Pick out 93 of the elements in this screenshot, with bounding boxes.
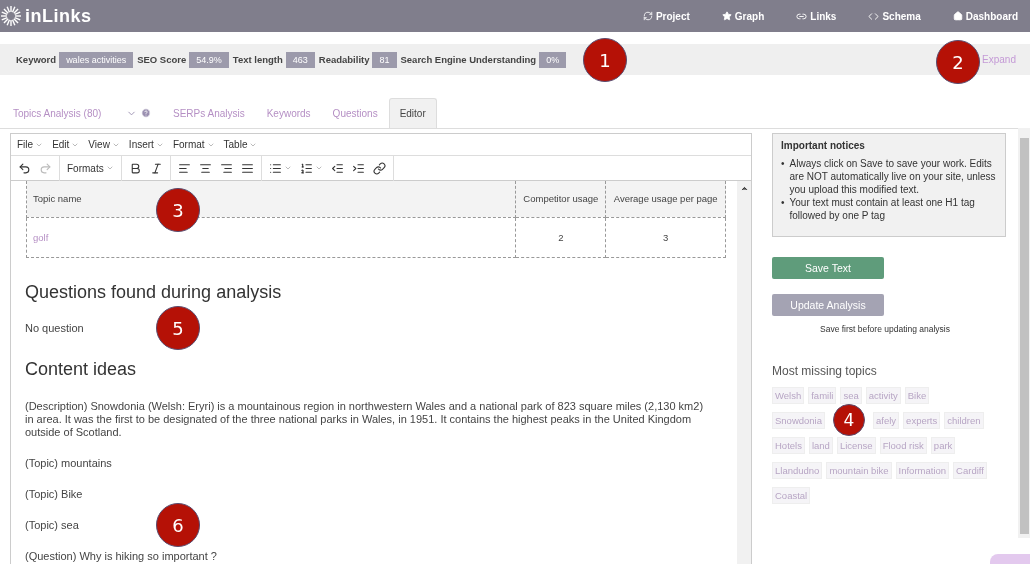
update-button[interactable]: Update Analysis xyxy=(772,294,884,316)
topic-tag[interactable]: Coastal xyxy=(772,486,811,504)
callout-marker: 2 xyxy=(936,40,980,84)
callout-marker: 4 xyxy=(833,404,865,436)
notice-item: Your text must contain at least one H1 tag followed by one P tag xyxy=(789,196,976,222)
topic-tag[interactable]: Llandudno xyxy=(772,461,823,479)
menu-item[interactable]: Edit xyxy=(52,139,80,150)
nav-link[interactable]: Project xyxy=(622,10,702,22)
scrollbar[interactable] xyxy=(1018,128,1030,538)
stat-value: 81 xyxy=(372,51,397,68)
tab[interactable]: Keywords xyxy=(255,98,322,128)
tab[interactable]: Editor xyxy=(388,98,437,128)
notice-title: Important notices xyxy=(781,140,866,151)
column-header: Average usage per page xyxy=(605,181,726,217)
numbered-list-icon[interactable] xyxy=(299,161,313,175)
topic-tag[interactable]: License xyxy=(836,436,876,454)
scroll-up-icon[interactable] xyxy=(739,184,749,193)
column-header: Competitor usage xyxy=(515,181,606,217)
topic-tag[interactable]: Hotels xyxy=(772,436,805,454)
help-icon[interactable] xyxy=(141,108,151,118)
topic-tag[interactable]: Welsh xyxy=(772,386,805,404)
topic-tag[interactable]: Flood risk xyxy=(879,436,927,454)
bullet: • xyxy=(781,196,785,210)
undo-icon[interactable] xyxy=(18,161,31,175)
topic-tag[interactable]: sea xyxy=(840,386,862,404)
menu-item[interactable]: File xyxy=(17,139,44,150)
topic-tag[interactable]: Bike xyxy=(904,386,930,404)
formats-dropdown[interactable]: Formats xyxy=(66,161,115,175)
paragraph: (Topic) Bike xyxy=(25,488,83,502)
topic-tag[interactable]: Cardiff xyxy=(953,461,987,479)
align-center-icon[interactable] xyxy=(198,161,212,175)
paragraph: (Topic) sea xyxy=(25,519,79,533)
nav-link[interactable]: Graph xyxy=(701,10,777,22)
topic-tag[interactable]: activity xyxy=(865,386,901,404)
paragraph: (Topic) mountains xyxy=(25,457,112,471)
nav-link[interactable]: Links xyxy=(776,10,849,22)
topic-tag[interactable]: experts xyxy=(903,411,941,429)
section-heading: Content ideas xyxy=(25,360,138,381)
stat-label: Search Engine Understanding xyxy=(400,54,537,65)
section-title: Most missing topics xyxy=(772,364,877,378)
link-icon[interactable] xyxy=(372,161,386,175)
stat-value: 0% xyxy=(539,51,567,68)
topic-tag[interactable]: mountain bike xyxy=(826,461,892,479)
topic-tag[interactable]: afely xyxy=(873,411,900,429)
stat-value: 463 xyxy=(285,51,315,68)
paragraph: (Question) Why is hiking so important ? xyxy=(25,550,217,564)
refresh-icon xyxy=(642,11,653,21)
star-icon xyxy=(721,11,732,21)
code-icon xyxy=(868,10,880,22)
indent-icon[interactable] xyxy=(351,161,365,175)
topic-tag[interactable]: park xyxy=(930,436,956,454)
menu-item[interactable]: View xyxy=(88,139,120,150)
stat-label: Text length xyxy=(232,54,283,65)
table-cell: 2 xyxy=(515,217,606,257)
topic-tag[interactable]: Information xyxy=(895,461,950,479)
topic-tag[interactable]: Snowdonia xyxy=(772,411,825,429)
stat-value: 54.9% xyxy=(189,51,229,68)
tab[interactable]: Topics Analysis (80) xyxy=(2,98,162,128)
menu-item[interactable]: Insert xyxy=(128,139,164,150)
stat-label: Readability xyxy=(318,54,370,65)
stat-label: Keyword xyxy=(16,54,57,65)
topic-tag[interactable]: children xyxy=(944,411,984,429)
menu-item[interactable]: Format xyxy=(172,139,215,150)
app-logo: inLinks xyxy=(0,5,92,27)
bullet-list-icon[interactable] xyxy=(268,161,282,175)
caret-icon[interactable] xyxy=(283,164,292,172)
stat-label: SEO Score xyxy=(137,54,187,65)
bullet: • xyxy=(781,157,785,171)
caret-icon[interactable] xyxy=(105,164,114,172)
align-justify-icon[interactable] xyxy=(240,161,254,175)
italic-icon[interactable] xyxy=(149,161,163,175)
paragraph: No question xyxy=(25,322,84,336)
paragraph: (Description) Snowdonia (Welsh: Eryri) is a mountainous region in northwestern Wales and a national park of 823 square miles (2,130 km2) in area. It was the first to be designated of the three national parks in Wales, in 1951. It contains the highest peaks in the United Kingdom outside of Scotland. xyxy=(25,400,705,440)
nav-link[interactable]: Dashboard xyxy=(932,10,1030,22)
hint-text: Save first before updating analysis xyxy=(820,324,950,334)
tab[interactable]: Questions xyxy=(321,98,389,128)
align-left-icon[interactable] xyxy=(177,161,191,175)
nav-link[interactable]: Schema xyxy=(848,10,933,22)
topic-tag[interactable]: famili xyxy=(808,386,837,404)
notice-item: Always click on Save to save your work. Edits are NOT automatically live on your site, unless you upload this modified text. xyxy=(789,157,997,196)
topic-tag[interactable]: land xyxy=(808,436,833,454)
callout-marker: 1 xyxy=(583,38,627,82)
stat-value: wales activities xyxy=(59,51,134,68)
outdent-icon[interactable] xyxy=(330,161,344,175)
section-heading: Questions found during analysis xyxy=(25,282,283,303)
save-button[interactable]: Save Text xyxy=(772,257,884,279)
menu-item[interactable]: Table xyxy=(223,139,258,150)
home-icon xyxy=(952,11,963,21)
table-cell: 3 xyxy=(605,217,726,257)
align-right-icon[interactable] xyxy=(219,161,233,175)
expand-link[interactable]: Expand xyxy=(982,54,1016,65)
caret-icon[interactable] xyxy=(314,164,323,172)
tab[interactable]: SERPs Analysis xyxy=(162,98,256,128)
